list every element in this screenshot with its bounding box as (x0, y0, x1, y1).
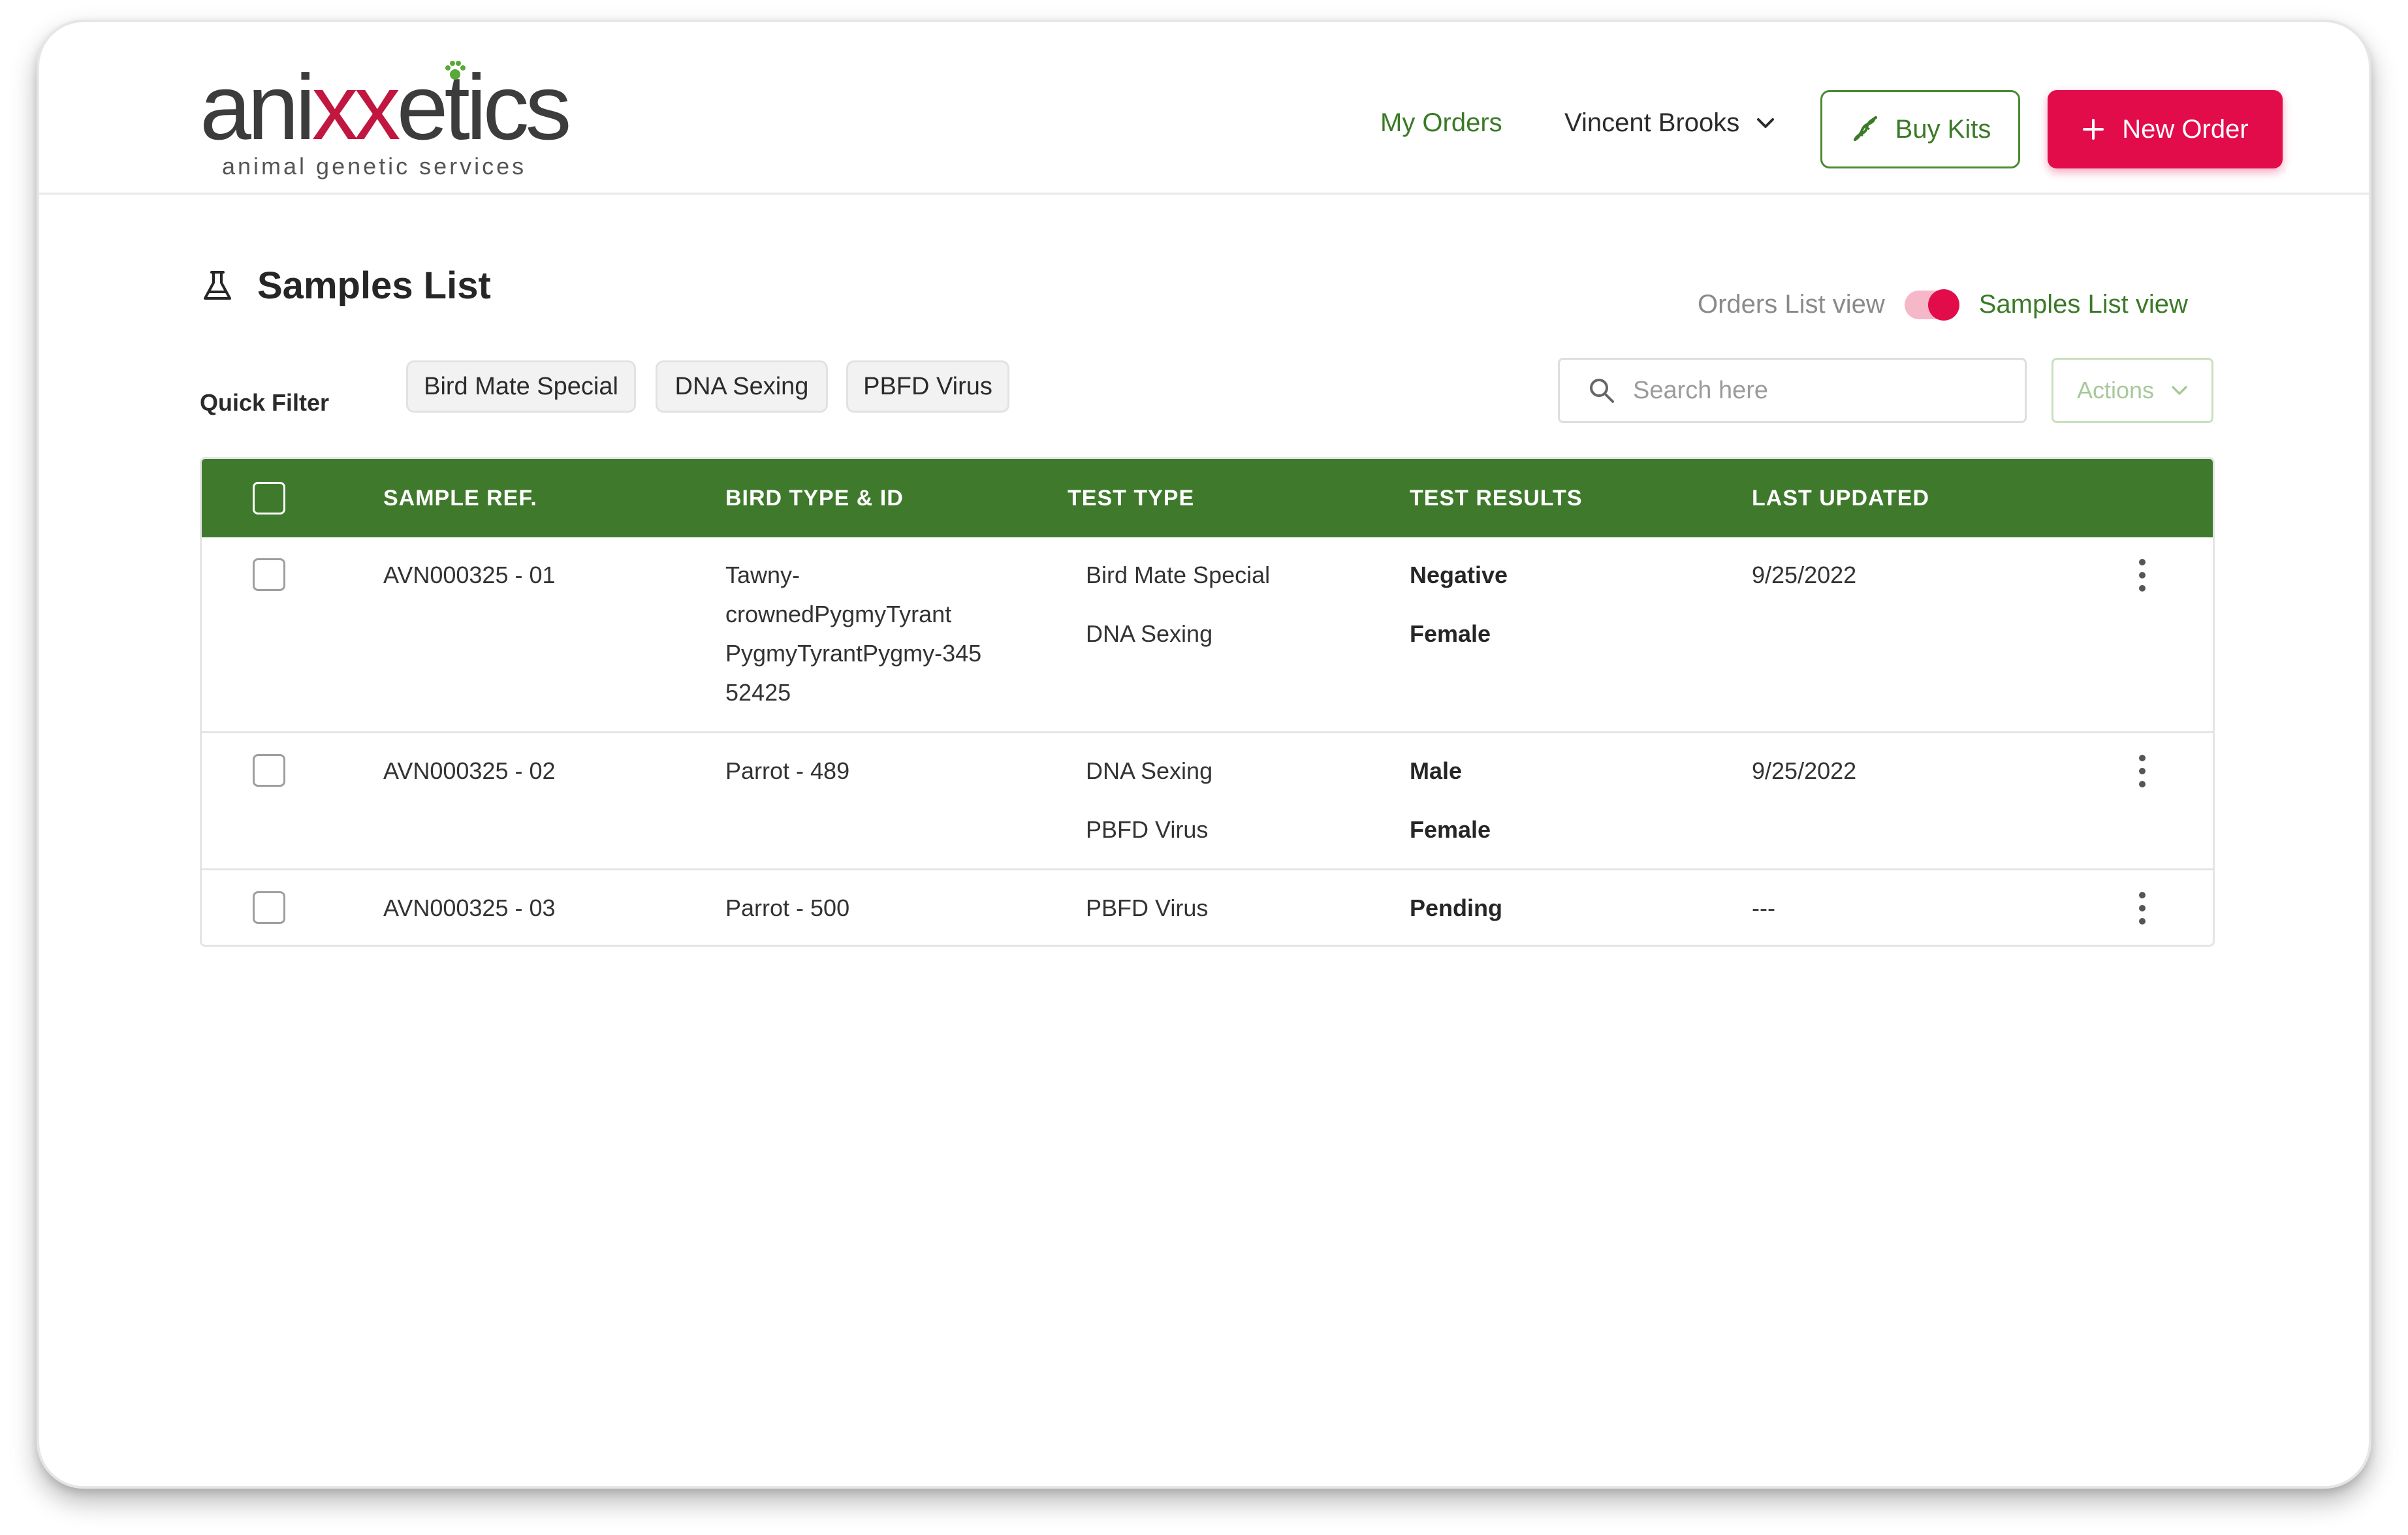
test-type-cell: PBFD Virus (1086, 816, 1209, 843)
column-header-sample-ref[interactable]: SAMPLE REF. (383, 459, 537, 537)
user-name: Vincent Brooks (1564, 108, 1740, 137)
filter-chip-pbfd-virus[interactable]: PBFD Virus (846, 360, 1009, 413)
plus-icon (2083, 119, 2104, 140)
bird-type-cell: Parrot - 489 (725, 757, 850, 784)
actions-dropdown[interactable]: Actions (2052, 358, 2213, 423)
toggle-knob (1927, 289, 1959, 321)
test-type-cell: PBFD Virus (1086, 894, 1209, 921)
column-header-test-type[interactable]: TEST TYPE (1068, 459, 1194, 537)
row-menu-icon[interactable] (2129, 752, 2155, 791)
bird-type-cell: Parrot - 500 (725, 894, 850, 921)
filter-chip-dna-sexing[interactable]: DNA Sexing (656, 360, 828, 413)
bird-type-cell: Tawny- (725, 562, 800, 588)
buy-kits-button[interactable]: Buy Kits (1820, 90, 2020, 168)
samples-table: SAMPLE REF. BIRD TYPE & ID TEST TYPE TES… (200, 457, 2215, 947)
page-title-text: Samples List (257, 264, 491, 307)
view-toggle-switch[interactable] (1904, 289, 1959, 321)
chevron-down-icon (2172, 386, 2187, 395)
filter-chip-bird-mate-special[interactable]: Bird Mate Special (406, 360, 636, 413)
column-header-test-results[interactable]: TEST RESULTS (1410, 459, 1583, 537)
row-menu-icon[interactable] (2129, 889, 2155, 928)
app-window: anixxetics animal genetic services My Or… (37, 20, 2371, 1489)
bird-type-cell: PygmyTyrantPygmy-345 (725, 640, 982, 667)
quick-filter-label: Quick Filter (200, 389, 330, 416)
user-menu[interactable]: Vincent Brooks (1564, 108, 1775, 138)
orders-list-view-label[interactable]: Orders List view (1698, 290, 1885, 319)
test-result-cell: Negative (1410, 562, 1508, 588)
last-updated-cell: 9/25/2022 (1752, 562, 1857, 588)
bird-type-cell: crownedPygmyTyrant (725, 601, 952, 627)
brand-logo[interactable]: anixxetics animal genetic services (200, 55, 571, 185)
logo-dna-mark: xx (311, 55, 401, 159)
search-box[interactable] (1558, 358, 2027, 423)
search-icon (1590, 379, 1614, 403)
top-header: anixxetics animal genetic services My Or… (39, 22, 2369, 195)
test-type-cell: DNA Sexing (1086, 620, 1213, 647)
paw-icon (445, 61, 466, 80)
test-result-cell: Pending (1410, 894, 1502, 921)
test-type-cell: DNA Sexing (1086, 757, 1213, 784)
sample-ref-cell: AVN000325 - 03 (383, 894, 556, 921)
table-row[interactable]: AVN000325 - 02 Parrot - 489 DNA Sexing P… (202, 733, 2213, 870)
last-updated-cell: --- (1752, 894, 1775, 921)
search-input[interactable] (1633, 376, 1999, 405)
test-type-cell: Bird Mate Special (1086, 562, 1271, 588)
new-order-label: New Order (2122, 114, 2249, 144)
last-updated-cell: 9/25/2022 (1752, 757, 1857, 784)
table-header: SAMPLE REF. BIRD TYPE & ID TEST TYPE TES… (202, 459, 2213, 537)
samples-list-view-label[interactable]: Samples List view (1979, 290, 2188, 319)
table-row[interactable]: AVN000325 - 01 Tawny- crownedPygmyTyrant… (202, 537, 2213, 733)
new-order-button[interactable]: New Order (2048, 90, 2283, 168)
buy-kits-label: Buy Kits (1895, 114, 1991, 144)
logo-wordmark: anixxetics (200, 55, 571, 159)
flask-icon (204, 270, 231, 300)
page-title: Samples List (200, 264, 491, 308)
chevron-down-icon (1757, 118, 1775, 128)
bird-type-cell: 52425 (725, 679, 791, 706)
test-result-cell: Male (1410, 757, 1463, 784)
nav-my-orders[interactable]: My Orders (1380, 108, 1502, 138)
test-result-cell: Female (1410, 816, 1491, 843)
row-checkbox[interactable] (253, 558, 285, 591)
row-checkbox[interactable] (253, 754, 285, 787)
sample-ref-cell: AVN000325 - 01 (383, 562, 556, 588)
column-header-last-updated[interactable]: LAST UPDATED (1752, 459, 1929, 537)
actions-label: Actions (2076, 377, 2155, 404)
logo-tagline: animal genetic services (222, 153, 527, 180)
sample-ref-cell: AVN000325 - 02 (383, 757, 556, 784)
row-checkbox[interactable] (253, 891, 285, 924)
select-all-checkbox[interactable] (253, 482, 285, 514)
column-header-bird-type[interactable]: BIRD TYPE & ID (725, 459, 904, 537)
view-toggle-group: Orders List view Samples List view (1698, 289, 2188, 321)
test-result-cell: Female (1410, 620, 1491, 647)
table-row[interactable]: AVN000325 - 03 Parrot - 500 PBFD Virus P… (202, 870, 2213, 945)
row-menu-icon[interactable] (2129, 556, 2155, 595)
dna-icon (1853, 116, 1877, 141)
